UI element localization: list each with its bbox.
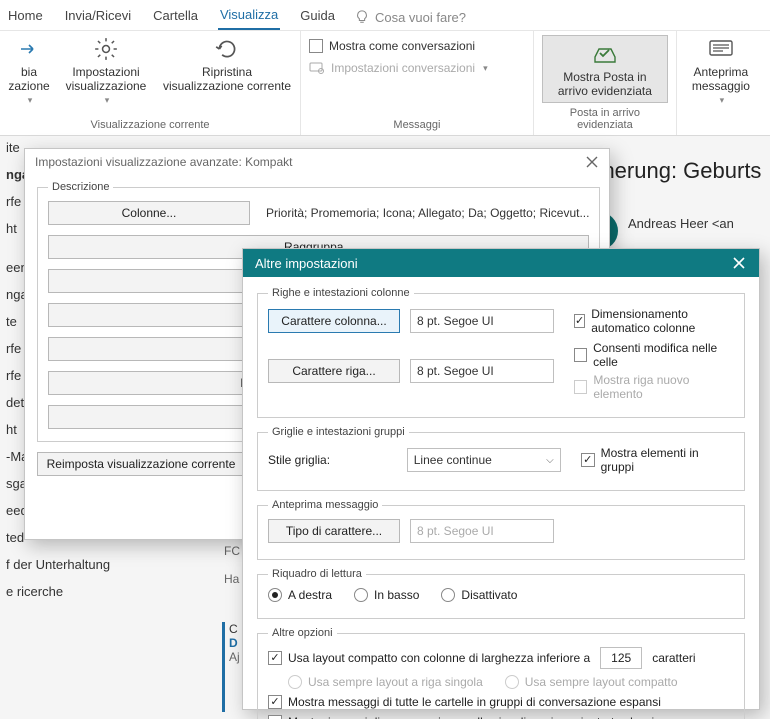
focused-inbox-toggle[interactable]: Mostra Posta in arrivo evidenziata [542, 35, 668, 103]
arrow-right-icon [19, 35, 39, 63]
fieldset-legend: Righe e intestazioni colonne [268, 287, 414, 299]
compact-width-input[interactable]: 125 [600, 647, 642, 669]
message-preview-label: Anteprima messaggio [692, 65, 750, 93]
tab-home[interactable]: Home [6, 6, 45, 29]
group-preview-label [685, 131, 762, 133]
message-preview-fieldset: Anteprima messaggio Tipo di carattere...… [257, 499, 745, 560]
tab-view[interactable]: Visualizza [218, 5, 280, 30]
dialog-titlebar: Altre impostazioni [243, 249, 759, 277]
tell-me[interactable]: Cosa vuoi fare? [355, 10, 466, 25]
view-settings-button[interactable]: Impostazioni visualizzazione ▾ [60, 35, 152, 106]
fieldset-legend: Riquadro di lettura [268, 568, 366, 580]
fieldset-legend: Descrizione [48, 181, 113, 193]
chevron-down-icon: ⌵ [546, 455, 554, 466]
grids-and-group-headers-fieldset: Griglie e intestazioni gruppi Stile grig… [257, 426, 745, 491]
conversation-settings-icon [309, 61, 325, 75]
close-button[interactable] [585, 155, 599, 169]
change-view-label: bia zazione [8, 65, 49, 93]
group-current-view-label: Visualizzazione corrente [8, 119, 292, 133]
always-compact-radio: Usa sempre layout compatto [505, 675, 678, 689]
group-messages: Mostra come conversazioni Impostazioni c… [301, 31, 534, 135]
close-icon [586, 156, 598, 168]
row-font-button[interactable]: Carattere riga... [268, 359, 400, 383]
ribbon-tabs: Home Invia/Ricevi Cartella Visualizza Gu… [0, 0, 770, 31]
chevron-down-icon: ▾ [28, 95, 33, 106]
compact-layout-checkbox[interactable]: Usa layout compatto con colonne di largh… [268, 651, 590, 665]
reading-pane-off-radio[interactable]: Disattivato [441, 588, 517, 602]
reset-view-button[interactable]: Ripristina visualizzazione corrente [162, 35, 292, 93]
dialog-title: Altre impostazioni [255, 256, 358, 271]
allow-cell-edit-checkbox[interactable]: Consenti modifica nelle celle [574, 341, 734, 369]
row-font-value[interactable]: 8 pt. Segoe UI [410, 359, 554, 383]
reset-view-label: Ripristina visualizzazione corrente [163, 65, 291, 93]
chevron-down-icon: ▾ [105, 95, 110, 106]
show-items-in-groups-checkbox[interactable]: Mostra elementi in gruppi [581, 446, 734, 474]
change-view-button[interactable]: bia zazione ▾ [8, 35, 50, 106]
preview-font-button[interactable]: Tipo di carattere... [268, 519, 400, 543]
undo-icon [213, 35, 241, 63]
auto-size-columns-checkbox[interactable]: Dimensionamento automatico colonne [574, 307, 734, 335]
group-preview: Anteprima messaggio ▾ [677, 31, 770, 135]
preview-font-value: 8 pt. Segoe UI [410, 519, 554, 543]
chevron-down-icon: ▾ [483, 63, 488, 74]
ribbon-body: bia zazione ▾ Impostazioni visualizzazio… [0, 31, 770, 136]
group-focused-inbox: Mostra Posta in arrivo evidenziata Posta… [534, 31, 677, 135]
reading-pane-fieldset: Riquadro di lettura A destra In basso Di… [257, 568, 745, 619]
reading-pane-bottom-radio[interactable]: In basso [354, 588, 419, 602]
reading-pane-right-radio[interactable]: A destra [268, 588, 332, 602]
list-peek: FC Ha [224, 544, 240, 586]
grid-style-label: Stile griglia: [268, 453, 397, 467]
dialog-title: Impostazioni visualizzazione avanzate: K… [35, 155, 292, 169]
rows-and-column-headers-fieldset: Righe e intestazioni colonne Carattere c… [257, 287, 745, 418]
preview-icon [707, 35, 735, 63]
tab-help[interactable]: Guida [298, 6, 337, 29]
tell-me-label: Cosa vuoi fare? [375, 10, 466, 25]
group-current-view: bia zazione ▾ Impostazioni visualizzazio… [0, 31, 301, 135]
focused-inbox-label: Mostra Posta in arrivo evidenziata [558, 70, 652, 98]
show-as-conversations-checkbox[interactable]: Mostra come conversazioni [309, 39, 525, 53]
close-button[interactable] [731, 255, 747, 271]
other-options-fieldset: Altre opzioni Usa layout compatto con co… [257, 627, 745, 719]
reset-current-view-button[interactable]: Reimposta visualizzazione corrente [37, 452, 245, 476]
column-font-value[interactable]: 8 pt. Segoe UI [410, 309, 554, 333]
tab-folder[interactable]: Cartella [151, 6, 200, 29]
sender-name: Andreas Heer <an [628, 216, 734, 231]
other-settings-dialog: Altre impostazioni Righe e intestazioni … [242, 248, 760, 710]
view-settings-label: Impostazioni visualizzazione [66, 65, 147, 93]
dialog-titlebar: Impostazioni visualizzazione avanzate: K… [25, 149, 609, 175]
always-single-line-radio: Usa sempre layout a riga singola [288, 675, 483, 689]
conversation-settings-label: Impostazioni conversazioni [331, 61, 475, 75]
nav-item[interactable]: e ricerche [0, 578, 222, 605]
inbox-check-icon [591, 40, 619, 68]
checkbox-icon [309, 39, 323, 53]
grid-style-select[interactable]: Linee continue ⌵ [407, 448, 561, 472]
show-as-conversations-label: Mostra come conversazioni [329, 39, 475, 53]
fieldset-legend: Anteprima messaggio [268, 499, 382, 511]
group-focused-label: Posta in arrivo evidenziata [542, 107, 668, 133]
show-new-item-row-checkbox: Mostra riga nuovo elemento [574, 373, 734, 401]
nav-item[interactable]: f der Unterhaltung [0, 551, 222, 578]
fieldset-legend: Altre opzioni [268, 627, 337, 639]
columns-summary: Priorità; Promemoria; Icona; Allegato; D… [266, 206, 589, 220]
column-font-button[interactable]: Carattere colonna... [268, 309, 400, 333]
gear-icon [92, 35, 120, 63]
group-messages-label: Messaggi [309, 119, 525, 133]
columns-button[interactable]: Colonne... [48, 201, 250, 225]
conversation-settings-button: Impostazioni conversazioni ▾ [309, 61, 525, 75]
chevron-down-icon: ▾ [720, 95, 725, 106]
show-all-folders-checkbox[interactable]: Mostra messaggi di tutte le cartelle in … [268, 695, 661, 709]
close-icon [733, 257, 745, 269]
lightbulb-icon [355, 10, 369, 24]
classic-indent-checkbox[interactable]: Mostra i gruppi di conversazione nella v… [268, 715, 667, 719]
tab-send-receive[interactable]: Invia/Ricevi [63, 6, 133, 29]
fieldset-legend: Griglie e intestazioni gruppi [268, 426, 409, 438]
compact-suffix-label: caratteri [652, 651, 695, 665]
message-preview-button[interactable]: Anteprima messaggio ▾ [685, 35, 757, 106]
